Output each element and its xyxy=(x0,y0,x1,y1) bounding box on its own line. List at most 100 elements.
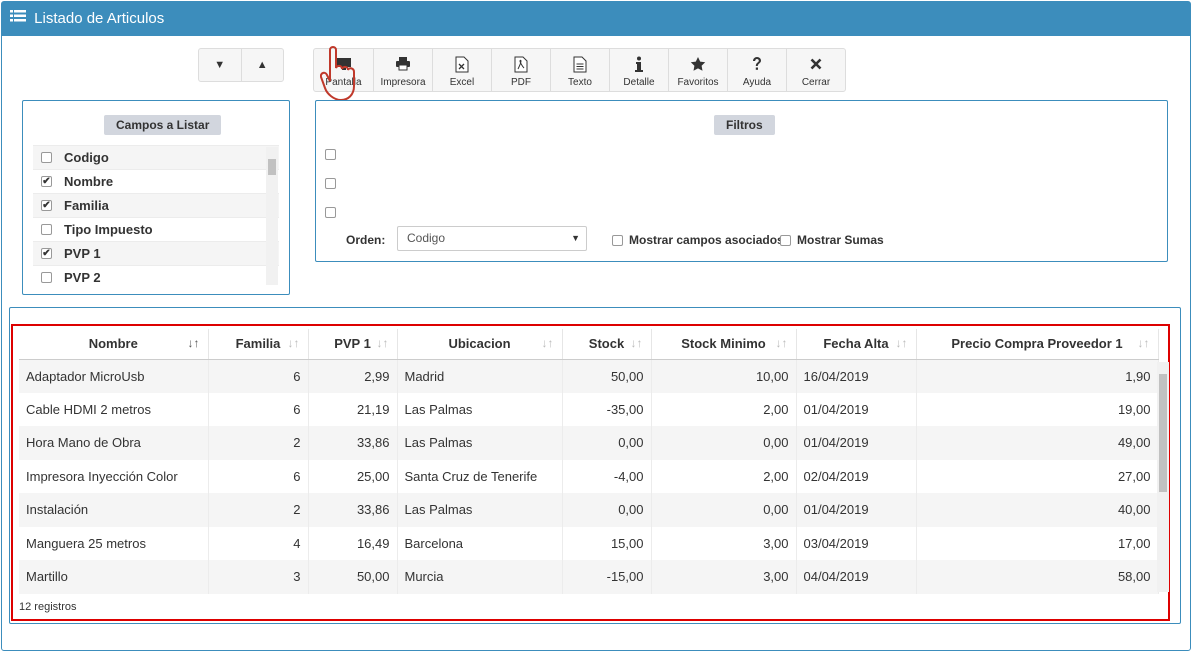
question-icon xyxy=(751,55,763,73)
sort-icon[interactable]: ↓↑ xyxy=(776,336,788,350)
filtros-panel: Filtros Orden: Codigo ▼ Mostrar campos a… xyxy=(315,100,1168,262)
field-label: PVP 2 xyxy=(64,270,101,285)
impresora-button[interactable]: Impresora xyxy=(373,49,432,91)
filter-checkbox[interactable] xyxy=(325,207,336,218)
mostrar-campos-option[interactable]: Mostrar campos asociados xyxy=(612,233,784,247)
filter-checkbox[interactable] xyxy=(325,178,336,189)
detalle-label: Detalle xyxy=(623,77,655,88)
col-header-familia[interactable]: Familia ↓↑ xyxy=(208,329,309,360)
window-title: Listado de Articulos xyxy=(34,10,165,28)
checkbox[interactable] xyxy=(41,152,52,163)
checkbox[interactable]: ✔ xyxy=(41,200,52,211)
excel-icon xyxy=(455,55,469,73)
field-label: PVP 1 xyxy=(64,246,101,261)
col-header-ubicacion[interactable]: Ubicacion ↓↑ xyxy=(397,329,563,360)
record-count: 12 registros xyxy=(19,601,77,613)
pdf-label: PDF xyxy=(511,77,531,88)
info-icon xyxy=(635,55,643,73)
filtros-header: Filtros xyxy=(714,115,775,135)
col-header-fecha-alta[interactable]: Fecha Alta ↓↑ xyxy=(796,329,917,360)
orden-value: Codigo xyxy=(407,231,446,245)
field-label: Nombre xyxy=(64,174,114,189)
title-bar: Listado de Articulos xyxy=(2,2,1190,36)
sort-icon[interactable]: ↓↑ xyxy=(377,336,389,350)
checkbox[interactable] xyxy=(612,234,623,246)
table-row[interactable]: Martillo 3 50,00 Murcia -15,00 3,00 04/04/2019… xyxy=(19,560,1159,594)
sort-icon[interactable]: ↓↑ xyxy=(1138,336,1150,350)
excel-button[interactable]: Excel xyxy=(432,49,491,91)
col-header-precio-compra[interactable]: Precio Compra Proveedor 1 ↓↑ xyxy=(916,329,1159,360)
table-header-row: Nombre ↓↑ Familia ↓↑ PVP 1 ↓↑ Ubicacion ↓↑ S… xyxy=(19,329,1159,360)
pantalla-button[interactable]: Pantalla xyxy=(314,49,373,91)
campos-list: Codigo ✔ Nombre ✔ Familia Tipo Impuesto ✔ P… xyxy=(33,145,279,287)
col-header-pvp1[interactable]: PVP 1 ↓↑ xyxy=(308,329,398,360)
sort-icon[interactable]: ↓↑ xyxy=(631,336,643,350)
mostrar-campos-label: Mostrar campos asociados xyxy=(629,233,784,247)
texto-button[interactable]: Texto xyxy=(550,49,609,91)
chevron-down-icon: ▼ xyxy=(571,233,580,243)
sort-icon[interactable]: ↓↑ xyxy=(542,336,554,350)
list-item[interactable]: Tipo Impuesto xyxy=(33,217,279,241)
favoritos-label: Favoritos xyxy=(677,77,719,88)
checkbox[interactable] xyxy=(41,224,52,235)
table-row[interactable]: Cable HDMI 2 metros 6 21,19 Las Palmas -35,0… xyxy=(19,392,1159,426)
checkbox[interactable] xyxy=(780,234,791,246)
detalle-button[interactable]: Detalle xyxy=(609,49,668,91)
orden-label: Orden: xyxy=(346,233,386,247)
move-up-button[interactable]: ▲ xyxy=(240,49,284,81)
data-table: Nombre ↓↑ Familia ↓↑ PVP 1 ↓↑ Ubicacion ↓↑ S… xyxy=(19,329,1159,594)
list-item[interactable]: ✔ Familia xyxy=(33,193,279,217)
table-row[interactable]: Hora Mano de Obra 2 33,86 Las Palmas 0,00 0,0… xyxy=(19,426,1159,460)
col-header-stock[interactable]: Stock ↓↑ xyxy=(562,329,652,360)
table-row[interactable]: Instalación 2 33,86 Las Palmas 0,00 0,00 01/04… xyxy=(19,493,1159,527)
checkbox[interactable] xyxy=(41,272,52,283)
caret-down-icon: ▼ xyxy=(214,59,226,71)
table-row[interactable]: Adaptador MicroUsb 6 2,99 Madrid 50,00 10,00 1… xyxy=(19,359,1159,393)
table-row[interactable]: Impresora Inyección Color 6 25,00 Santa Cru… xyxy=(19,459,1159,493)
col-header-stock-minimo[interactable]: Stock Minimo ↓↑ xyxy=(651,329,797,360)
close-icon xyxy=(810,55,822,73)
cerrar-button[interactable]: Cerrar xyxy=(786,49,845,91)
data-grid-highlight: Nombre ↓↑ Familia ↓↑ PVP 1 ↓↑ Ubicacion ↓↑ S… xyxy=(11,324,1170,621)
campos-header: Campos a Listar xyxy=(104,115,222,135)
checkbox[interactable]: ✔ xyxy=(41,176,52,187)
pdf-button[interactable]: PDF xyxy=(491,49,550,91)
printer-icon xyxy=(395,55,411,73)
orden-select[interactable]: Codigo ▼ xyxy=(397,226,587,251)
checkbox[interactable]: ✔ xyxy=(41,248,52,259)
sort-asc-icon[interactable]: ↓↑ xyxy=(188,336,200,350)
texto-label: Texto xyxy=(568,77,592,88)
list-item[interactable]: ✔ Nombre xyxy=(33,169,279,193)
nav-buttons: ▼ ▲ xyxy=(198,48,284,82)
list-item[interactable]: Codigo xyxy=(33,145,279,169)
move-down-button[interactable]: ▼ xyxy=(199,49,241,81)
list-item[interactable]: PVP 2 xyxy=(33,265,279,287)
table-row[interactable]: Manguera 25 metros 4 16,49 Barcelona 15,00 3,… xyxy=(19,526,1159,560)
star-icon xyxy=(690,55,706,73)
text-file-icon xyxy=(573,55,587,73)
field-label: Codigo xyxy=(64,150,109,165)
mostrar-sumas-option[interactable]: Mostrar Sumas xyxy=(780,233,884,247)
caret-up-icon: ▲ xyxy=(256,59,268,71)
pantalla-label: Pantalla xyxy=(325,77,362,88)
campos-scrollbar[interactable] xyxy=(266,147,278,285)
pdf-icon xyxy=(514,55,528,73)
favoritos-button[interactable]: Favoritos xyxy=(668,49,727,91)
excel-label: Excel xyxy=(449,77,475,88)
mostrar-sumas-label: Mostrar Sumas xyxy=(797,233,884,247)
field-label: Tipo Impuesto xyxy=(64,222,153,237)
monitor-icon xyxy=(336,55,352,73)
list-item[interactable]: ✔ PVP 1 xyxy=(33,241,279,265)
sort-icon[interactable]: ↓↑ xyxy=(896,336,908,350)
toolbar: Pantalla Impresora Excel PDF Texto Detal… xyxy=(313,48,846,92)
filter-checkbox[interactable] xyxy=(325,149,336,160)
ayuda-button[interactable]: Ayuda xyxy=(727,49,786,91)
cerrar-label: Cerrar xyxy=(801,77,831,88)
scrollbar-thumb[interactable] xyxy=(268,159,276,175)
sort-icon[interactable]: ↓↑ xyxy=(288,336,300,350)
scrollbar-thumb[interactable] xyxy=(1159,374,1167,492)
col-header-nombre[interactable]: Nombre ↓↑ xyxy=(19,329,209,360)
list-icon xyxy=(10,2,26,36)
impresora-label: Impresora xyxy=(380,77,426,88)
grid-scrollbar[interactable] xyxy=(1157,362,1169,592)
